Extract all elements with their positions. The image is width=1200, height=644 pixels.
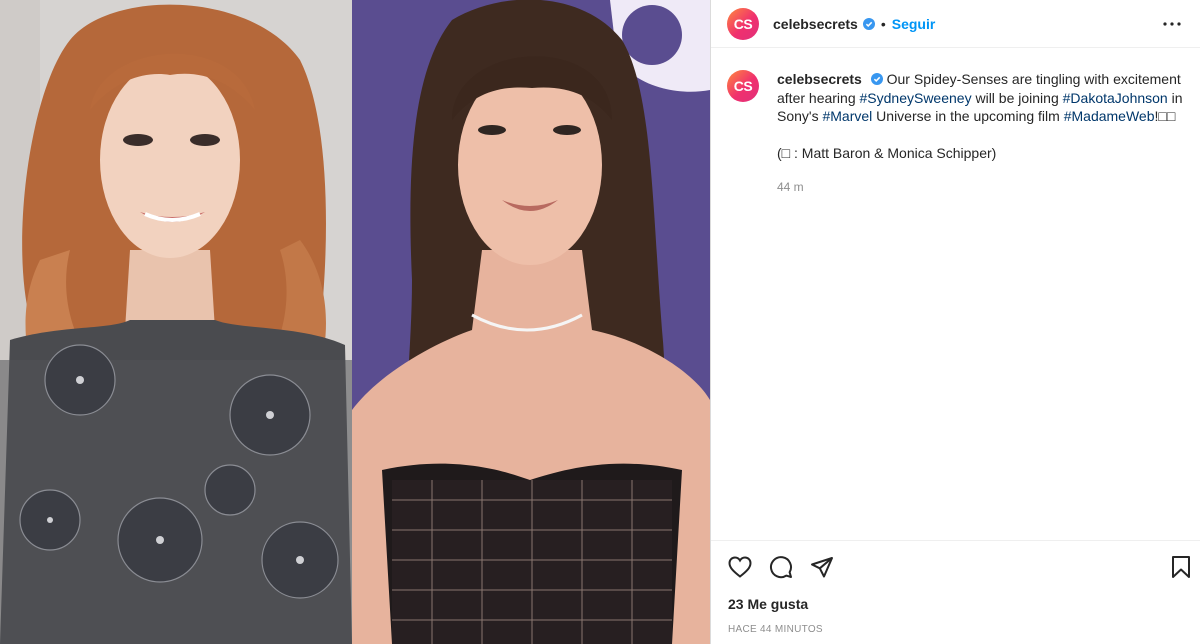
caption-timestamp[interactable]: 44 m [777,178,1184,197]
photo-credit: (□ : Matt Baron & Monica Schipper) [777,144,997,161]
bookmark-icon[interactable] [1168,554,1194,580]
account-avatar[interactable]: CS [727,7,759,40]
caption-avatar-initials: CS [733,78,753,94]
more-options-icon[interactable] [1160,12,1184,36]
hashtag-link[interactable]: #DakotaJohnson [1063,90,1168,106]
caption-text-part: !□□ [1154,108,1176,124]
hashtag-link[interactable]: #SydneySweeney [860,90,972,106]
photo-dakota-johnson [352,0,710,644]
post-side-panel: CS celebsecrets • Seguir CS celebsecrets… [710,0,1200,644]
avatar-initials: CS [733,15,753,32]
post-footer: 23 Me gusta HACE 44 MINUTOS [711,540,1200,635]
hashtag-link[interactable]: #MadameWeb [1064,108,1155,124]
account-username[interactable]: celebsecrets [773,16,858,32]
caption-text-part: Universe in the upcoming film [872,108,1064,124]
caption-verified-badge-icon [870,73,883,85]
hashtag-link[interactable]: #Marvel [822,108,872,124]
like-count[interactable]: 23 Me gusta [711,596,1200,612]
instagram-post: CS celebsecrets • Seguir CS celebsecrets… [0,0,1200,644]
caption-text-part: will be joining [971,89,1063,106]
caption-body: celebsecrets Our Spidey-Senses are tingl… [777,70,1184,197]
post-header: CS celebsecrets • Seguir [711,0,1200,48]
action-bar [711,541,1200,593]
caption-username[interactable]: celebsecrets [777,71,862,87]
caption-text: celebsecrets Our Spidey-Senses are tingl… [777,70,1184,126]
photo-sydney-sweeney [0,0,352,644]
comment-icon[interactable] [768,554,794,580]
caption-avatar[interactable]: CS [727,70,759,102]
post-timestamp[interactable]: HACE 44 MINUTOS [711,624,1200,635]
verified-badge-icon [862,17,875,30]
follow-button[interactable]: Seguir [892,16,936,32]
heart-icon[interactable] [727,554,753,580]
separator-dot: • [880,15,886,32]
post-media[interactable] [0,0,710,644]
post-caption: CS celebsecrets Our Spidey-Senses are ti… [711,48,1200,197]
share-icon[interactable] [809,554,835,580]
